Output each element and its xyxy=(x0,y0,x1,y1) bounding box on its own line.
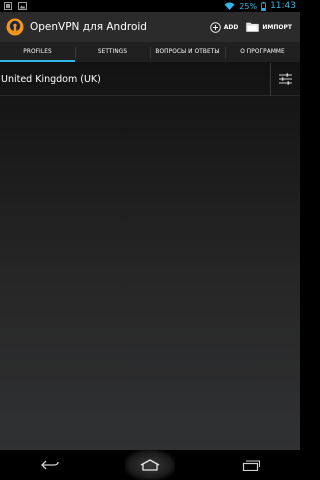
add-label: ADD xyxy=(223,23,239,31)
battery-percent: 25% xyxy=(239,1,258,11)
home-button[interactable] xyxy=(125,450,175,480)
recent-apps-button[interactable] xyxy=(225,450,275,480)
add-icon xyxy=(210,21,221,33)
status-bar: 25% 11:43 xyxy=(0,0,300,12)
tab-about[interactable]: О ПРОГРАММЕ xyxy=(225,42,300,62)
openvpn-logo-icon[interactable] xyxy=(6,18,24,36)
wifi-icon xyxy=(224,2,235,10)
notification-icon xyxy=(4,2,12,10)
action-bar: OpenVPN для Android ADD ИМПОРТ xyxy=(0,12,300,42)
status-time: 11:43 xyxy=(270,1,296,11)
home-icon xyxy=(140,459,160,471)
battery-icon xyxy=(261,1,266,11)
profile-settings-button[interactable] xyxy=(270,62,300,96)
profile-name[interactable]: United Kingdom (UK) xyxy=(0,74,270,85)
tab-faq[interactable]: ВОПРОСЫ И ОТВЕТЫ xyxy=(150,42,225,62)
import-button[interactable]: ИМПОРТ xyxy=(246,22,292,32)
tab-label: О ПРОГРАММЕ xyxy=(240,49,285,55)
import-label: ИМПОРТ xyxy=(262,23,292,31)
status-left xyxy=(4,2,27,10)
folder-icon xyxy=(246,22,260,32)
recent-apps-icon xyxy=(242,460,260,471)
status-right: 25% 11:43 xyxy=(224,1,296,11)
tab-label: ВОПРОСЫ И ОТВЕТЫ xyxy=(155,49,220,55)
tab-label: SETTINGS xyxy=(97,49,128,55)
profile-list: United Kingdom (UK) xyxy=(0,62,300,450)
tab-profiles[interactable]: PROFILES xyxy=(0,42,75,62)
tab-label: PROFILES xyxy=(23,49,52,55)
image-icon xyxy=(18,2,27,10)
back-icon xyxy=(41,460,59,470)
tab-settings[interactable]: SETTINGS xyxy=(75,42,150,62)
add-button[interactable]: ADD xyxy=(210,21,239,33)
navigation-bar xyxy=(0,450,300,480)
list-item[interactable]: United Kingdom (UK) xyxy=(0,62,300,96)
app-title: OpenVPN для Android xyxy=(30,21,147,33)
tab-bar: PROFILES SETTINGS ВОПРОСЫ И ОТВЕТЫ О ПРО… xyxy=(0,42,300,63)
back-button[interactable] xyxy=(25,450,75,480)
sliders-icon xyxy=(279,73,292,85)
